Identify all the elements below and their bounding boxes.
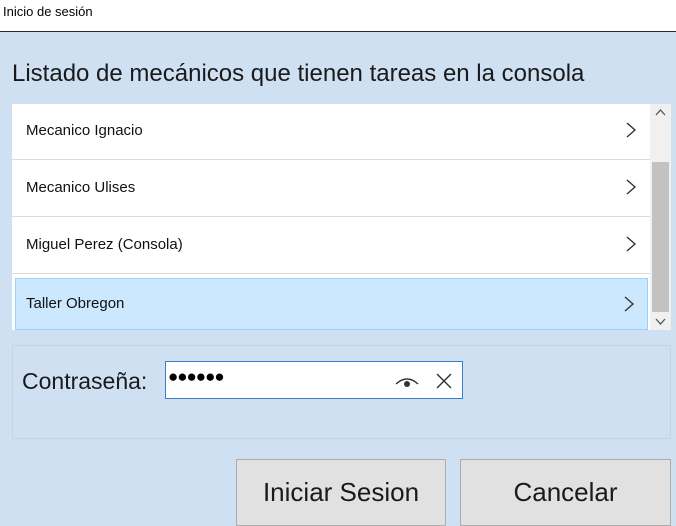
mechanics-list: Mecanico Ignacio Mecanico Ulises Miguel … <box>12 104 671 330</box>
list-item-label: Mecanico Ignacio <box>26 122 143 139</box>
list-item-mechanic[interactable]: Mecanico Ignacio <box>12 104 650 160</box>
password-field[interactable]: ●●●●●● <box>165 361 463 399</box>
list-item-mechanic[interactable]: Mecanico Ulises <box>12 161 650 217</box>
chevron-right-icon <box>624 296 635 312</box>
login-button[interactable]: Iniciar Sesion <box>236 459 446 526</box>
password-masked-value: ●●●●●● <box>168 367 225 386</box>
password-label: Contraseña: <box>22 368 148 394</box>
cancel-button[interactable]: Cancelar <box>460 459 671 526</box>
list-item-mechanic[interactable]: Miguel Perez (Consola) <box>12 218 650 274</box>
chevron-right-icon <box>626 179 637 195</box>
scrollbar-thumb[interactable] <box>652 162 669 312</box>
mechanics-list-heading: Listado de mecánicos que tienen tareas e… <box>12 60 585 87</box>
list-item-label: Taller Obregon <box>26 295 125 312</box>
eye-icon[interactable] <box>394 371 420 391</box>
chevron-right-icon <box>626 122 637 138</box>
login-window: Inicio de sesión Listado de mecánicos qu… <box>0 0 676 526</box>
chevron-up-icon[interactable] <box>650 104 671 122</box>
list-scrollbar[interactable] <box>650 104 671 330</box>
chevron-right-icon <box>626 236 637 252</box>
close-icon[interactable] <box>434 371 454 391</box>
title-bar: Inicio de sesión <box>0 0 676 32</box>
window-title: Inicio de sesión <box>3 4 93 19</box>
chevron-down-icon[interactable] <box>650 312 671 330</box>
list-item-mechanic-selected[interactable]: Taller Obregon <box>15 278 648 330</box>
list-item-label: Miguel Perez (Consola) <box>26 236 183 253</box>
list-item-label: Mecanico Ulises <box>26 179 136 196</box>
